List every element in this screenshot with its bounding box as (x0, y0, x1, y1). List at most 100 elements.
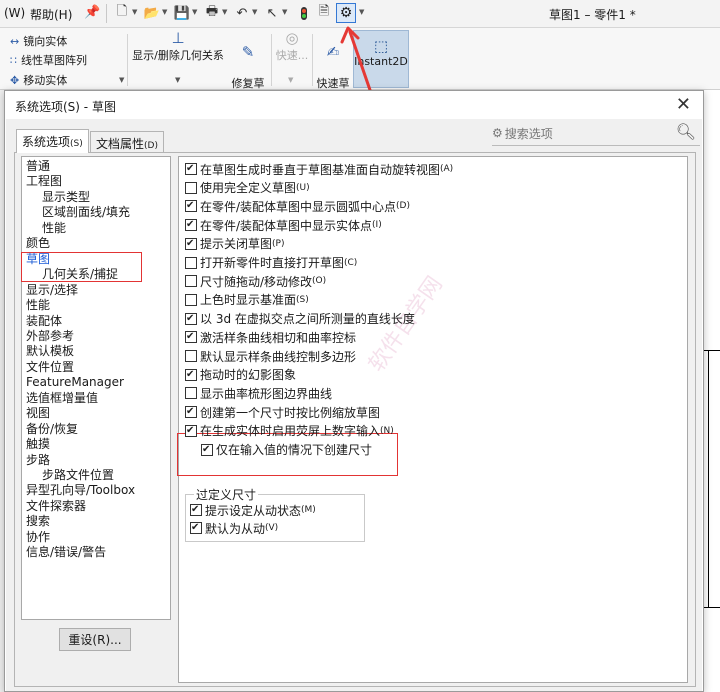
chevron-down-icon[interactable]: ▼ (132, 8, 137, 16)
checkbox[interactable] (185, 331, 197, 344)
option-row[interactable]: 尺寸随拖动/移动修改 (O) (185, 273, 326, 289)
checkbox[interactable] (201, 443, 213, 456)
tree-item[interactable]: 选值框增量值 (26, 391, 98, 406)
tree-item[interactable]: 协作 (26, 530, 50, 545)
display-delete-relations-button[interactable]: ⊥ 显示/删除几何关系 (132, 31, 224, 63)
reset-button[interactable]: 重设(R)... (59, 628, 131, 651)
tree-item[interactable]: 步路 (26, 453, 50, 468)
chevron-down-icon[interactable]: ▼ (222, 8, 227, 16)
move-entity-button[interactable]: ✥ 移动实体 (10, 72, 67, 88)
print-icon[interactable]: 🖶 (204, 4, 220, 21)
tree-item[interactable]: 性能 (26, 298, 50, 313)
checkbox[interactable] (185, 200, 197, 213)
new-document-icon[interactable]: 🗋 (114, 4, 130, 21)
checkbox[interactable] (185, 181, 197, 194)
option-row[interactable]: 在零件/装配体草图中显示圆弧中心点(D) (185, 198, 410, 214)
option-mnemonic: (D) (396, 201, 410, 212)
tree-item[interactable]: 普通 (26, 159, 50, 174)
search-input[interactable]: 搜索选项 (505, 125, 553, 142)
tree-item[interactable]: 工程图 (26, 174, 62, 189)
close-icon[interactable]: ✕ (676, 94, 691, 115)
checkbox[interactable] (185, 256, 197, 269)
linear-pattern-button[interactable]: ∷ 线性草图阵列 (10, 52, 87, 68)
checkbox[interactable] (185, 387, 197, 400)
checkbox[interactable] (185, 350, 197, 362)
mirror-entity-button[interactable]: ↔ 镜向实体 (10, 33, 67, 49)
option-row[interactable]: 打开新零件时直接打开草图 (C) (185, 255, 357, 271)
chevron-down-icon[interactable]: ▼ (288, 76, 293, 84)
checkbox[interactable] (185, 312, 197, 325)
undo-icon[interactable]: ↶ (234, 5, 250, 21)
tree-item[interactable]: 颜色 (26, 236, 50, 251)
tree-item[interactable]: 触摸 (26, 437, 50, 452)
tree-item[interactable]: 显示/选择 (26, 283, 78, 298)
options-gear-icon[interactable]: ⚙ (336, 3, 356, 23)
checkbox[interactable] (185, 424, 197, 437)
tree-item[interactable]: 性能 (42, 221, 66, 236)
select-cursor-icon[interactable]: ↖ (264, 5, 280, 21)
option-row[interactable]: 拖动时的幻影图象 (185, 367, 296, 383)
option-row[interactable]: 在生成实体时启用荧屏上数字输入(N) (185, 423, 394, 439)
tree-item[interactable]: 外部参考 (26, 329, 74, 344)
search-options-field[interactable]: ⚙ 搜索选项 🔍︎ (492, 121, 700, 145)
option-row[interactable]: 使用完全定义草图 (U) (185, 180, 310, 196)
rebuild-traffic-light-icon[interactable] (296, 5, 312, 21)
tab-system-options[interactable]: 系统选项(S) (16, 129, 89, 153)
tree-item[interactable]: 区域剖面线/填充 (42, 205, 130, 220)
checkbox[interactable] (185, 406, 197, 419)
chevron-down-icon[interactable]: ▼ (175, 76, 180, 84)
tree-item[interactable]: 草图 (26, 252, 50, 267)
tree-item[interactable]: 步路文件位置 (42, 468, 114, 483)
option-label: 创建第一个尺寸时按比例缩放草图 (200, 405, 381, 420)
chevron-down-icon[interactable]: ▼ (252, 8, 257, 16)
option-row[interactable]: 在零件/装配体草图中显示实体点(I) (185, 217, 382, 233)
menu-help[interactable]: 帮助(H) (30, 6, 72, 23)
option-row[interactable]: 在草图生成时垂直于草图基准面自动旋转视图(A) (185, 161, 453, 177)
tree-item[interactable]: 显示类型 (42, 190, 90, 205)
checkbox[interactable] (185, 237, 197, 250)
tree-item[interactable]: 视图 (26, 406, 50, 421)
checkbox[interactable] (190, 522, 202, 534)
chevron-down-icon[interactable]: ▼ (162, 8, 167, 16)
option-default-driven[interactable]: 默认为从动(V) (190, 520, 278, 536)
tree-item[interactable]: 装配体 (26, 314, 62, 329)
search-icon[interactable]: 🔍︎ (676, 122, 696, 141)
chevron-down-icon[interactable]: ▼ (192, 8, 197, 16)
option-row[interactable]: 激活样条曲线相切和曲率控标 (185, 329, 356, 345)
quick-snap-button[interactable]: ◎ 快速... (274, 31, 310, 63)
checkbox[interactable] (185, 368, 197, 381)
checkbox[interactable] (185, 275, 197, 288)
file-properties-icon[interactable]: 🗎 (316, 4, 332, 21)
option-row[interactable]: 创建第一个尺寸时按比例缩放草图 (185, 404, 380, 420)
option-row[interactable]: 提示关闭草图(P) (185, 236, 284, 252)
tree-item[interactable]: FeatureManager (26, 375, 124, 390)
chevron-down-icon[interactable]: ▼ (119, 76, 124, 84)
dimension-tick (702, 350, 720, 351)
checkbox[interactable] (185, 163, 197, 175)
option-row[interactable]: 默认显示样条曲线控制多边形 (185, 348, 356, 364)
tree-item[interactable]: 几何关系/捕捉 (42, 267, 118, 282)
open-folder-icon[interactable]: 📂 (144, 5, 160, 21)
option-prompt-driven-state[interactable]: 提示设定从动状态(M) (190, 502, 316, 518)
tree-item[interactable]: 备份/恢复 (26, 422, 78, 437)
checkbox[interactable] (185, 219, 197, 232)
pin-icon[interactable]: 📌 (84, 5, 100, 20)
checkbox[interactable] (185, 293, 197, 306)
save-icon[interactable]: 💾 (174, 5, 190, 21)
option-row[interactable]: 显示曲率梳形图边界曲线 (185, 385, 332, 401)
tab-document-properties[interactable]: 文档属性(D) (90, 131, 164, 153)
tree-item[interactable]: 异型孔向导/Toolbox (26, 483, 135, 498)
tree-item[interactable]: 默认模板 (26, 344, 74, 359)
option-row[interactable]: 以 3d 在虚拟交点之间所测量的直线长度 (185, 311, 415, 327)
tab-label: 系统选项 (22, 135, 71, 149)
tree-item[interactable]: 信息/错误/警告 (26, 545, 106, 560)
tree-item[interactable]: 文件探索器 (26, 499, 86, 514)
menu-window[interactable]: (W) (4, 6, 25, 20)
chevron-down-icon[interactable]: ▼ (359, 8, 364, 16)
option-row[interactable]: 上色时显示基准面 (S) (185, 292, 309, 308)
chevron-down-icon[interactable]: ▼ (282, 8, 287, 16)
option-row[interactable]: 仅在输入值的情况下创建尺寸 (201, 442, 372, 458)
tree-item[interactable]: 搜索 (26, 514, 50, 529)
checkbox[interactable] (190, 504, 202, 516)
tree-item[interactable]: 文件位置 (26, 360, 74, 375)
